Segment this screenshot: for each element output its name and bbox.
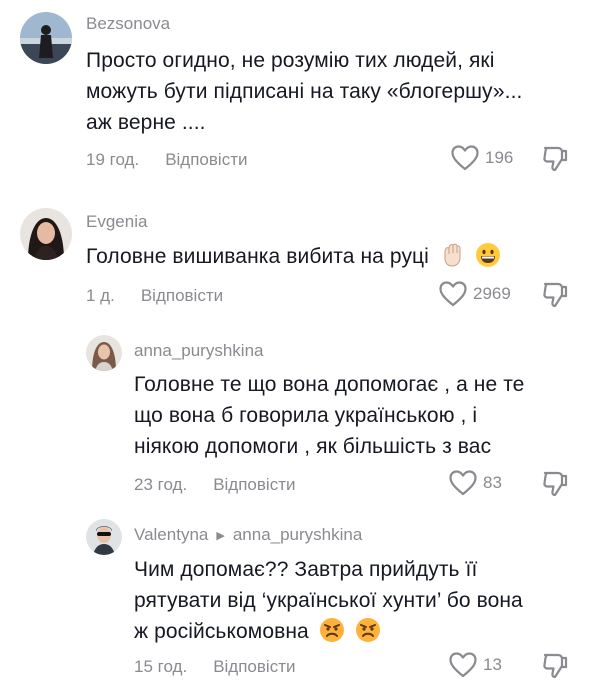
reply-button[interactable]: Відповісти [141,286,223,306]
heart-icon [439,281,467,307]
reply-button[interactable]: Відповісти [213,475,295,495]
like-count: 196 [485,148,514,167]
comment-meta: 15 год. Відповісти [134,657,295,677]
comment-username[interactable]: Valentyna ▶ anna_puryshkina [134,525,362,545]
avatar[interactable] [20,12,72,64]
comment-time: 1 д. [86,286,115,305]
angry-face-icon [319,618,344,642]
dislike-button[interactable] [541,281,569,314]
comment-time: 15 год. [134,657,188,676]
like-button[interactable]: 196 [451,145,513,171]
raised-fist-icon [444,243,461,267]
comment-meta: 19 год. Відповісти [86,150,247,170]
dislike-button[interactable] [541,470,569,503]
reply-arrow-icon: ▶ [216,529,225,542]
comment-time: 23 год. [134,475,188,494]
heart-icon [449,652,477,678]
comment-username[interactable]: Evgenia [86,212,147,232]
like-button[interactable]: 83 [449,470,502,496]
comment-text: Головне те що вона допомогає , а не те щ… [134,373,525,458]
heart-icon [451,145,479,171]
raised-fist-emoji [439,242,465,277]
avatar-photo-icon [20,208,72,260]
reply-button[interactable]: Відповісти [165,150,247,170]
avatar-photo-icon [86,519,122,555]
avatar-photo-icon [86,335,122,371]
like-button[interactable]: 13 [449,652,502,678]
thumbs-down-icon [543,146,568,172]
avatar[interactable] [20,208,72,260]
comment-text: Чим допомає?? Завтра прийдуть її рятуват… [134,554,584,652]
dislike-button[interactable] [541,652,569,685]
avatar[interactable] [86,519,122,555]
like-count: 2969 [473,284,511,303]
angry-face-emoji [319,617,345,652]
comment-meta: 1 д. Відповісти [86,286,223,306]
thumbs-down-icon [543,471,568,497]
dislike-button[interactable] [541,145,569,178]
like-button[interactable]: 2969 [439,281,511,307]
like-count: 13 [483,655,502,674]
heart-icon [449,470,477,496]
grinning-face-emoji [475,242,501,277]
comment-username[interactable]: Bezsonova [86,14,170,34]
angry-face-emoji [355,617,381,652]
thumbs-down-icon [543,282,568,308]
comment-text: Головне вишиванка вибита на руці [86,241,576,277]
reply-to-username[interactable]: anna_puryshkina [233,525,362,545]
grinning-face-icon [475,243,500,267]
reply-button[interactable]: Відповісти [213,657,295,677]
angry-face-icon [355,618,380,642]
comment-text: Просто огидно, не розумію тих людей, які… [86,49,523,134]
like-count: 83 [483,473,502,492]
comment-time: 19 год. [86,150,140,169]
avatar[interactable] [86,335,122,371]
thumbs-down-icon [543,653,568,679]
avatar-photo-icon [20,12,72,64]
comment-username[interactable]: anna_puryshkina [134,341,263,361]
comment-meta: 23 год. Відповісти [134,475,295,495]
